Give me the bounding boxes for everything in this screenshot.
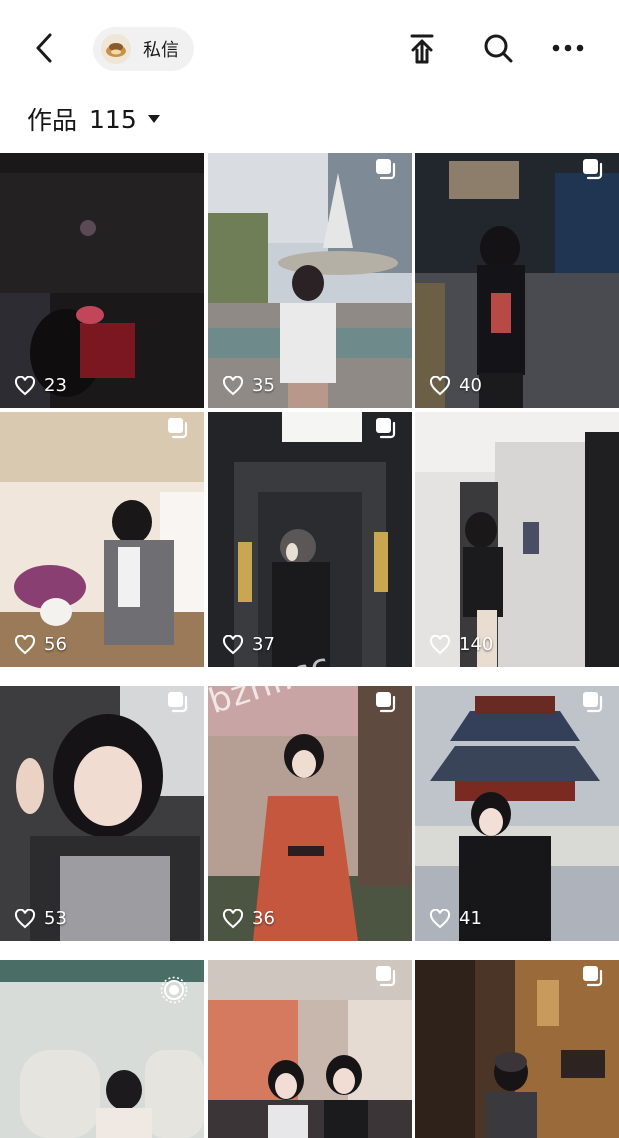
like-count: 35 [222,375,275,396]
like-count: 36 [222,908,275,929]
back-icon [36,33,52,63]
grid-item[interactable]: 23 [0,153,204,408]
grid-item[interactable]: 40 [415,153,619,408]
more-icon [552,44,584,52]
thumbnail-image [208,153,412,408]
thumbnail-image [208,686,412,941]
heart-icon [222,375,244,395]
thumbnail-image [0,412,204,667]
like-count: 40 [429,375,482,396]
thumbnail-image [208,412,412,667]
works-label: 作品 [27,106,78,135]
live-photo-icon [160,976,188,1004]
grid-item[interactable] [0,960,204,1138]
image-set-icon [376,692,396,713]
heart-icon [222,908,244,928]
grid-item[interactable]: 35 [208,153,412,408]
image-set-icon [376,966,396,987]
image-set-icon [583,966,603,987]
grid-item[interactable]: 36 [208,686,412,941]
image-set-icon [583,692,603,713]
thumbnail-image [0,153,204,408]
heart-icon [14,908,36,928]
grid-item[interactable] [415,960,619,1138]
grid-item[interactable] [208,960,412,1138]
caret-down-icon [147,115,160,123]
works-filter[interactable]: 作品 115 [27,102,161,136]
works-count: 115 [89,104,137,134]
like-count: 53 [14,908,67,929]
like-count: 140 [429,634,493,655]
grid-item[interactable]: 37 [208,412,412,667]
like-count: 41 [429,908,482,929]
thumbnail-image [415,686,619,941]
grid-item[interactable]: 56 [0,412,204,667]
share-icon [410,34,434,64]
image-set-icon [583,159,603,180]
share-button[interactable] [404,30,440,66]
grid-item[interactable]: 41 [415,686,619,941]
more-button[interactable] [550,30,586,66]
heart-icon [222,634,244,654]
thumbnail-image [415,412,619,667]
like-count: 23 [14,375,67,396]
heart-icon [14,634,36,654]
heart-icon [14,375,36,395]
like-count: 56 [14,634,67,655]
image-set-icon [168,692,188,713]
thumbnail-image [0,686,204,941]
image-set-icon [376,418,396,439]
grid-item[interactable]: 53 [0,686,204,941]
top-bar: 私信 [0,0,619,96]
thumbnail-image [415,153,619,408]
dm-label: 私信 [143,40,179,61]
like-count: 37 [222,634,275,655]
image-set-icon [168,418,188,439]
grid-item[interactable]: 140 [415,412,619,667]
back-button[interactable] [28,30,64,66]
search-icon [484,34,513,63]
heart-icon [429,634,451,654]
search-button[interactable] [480,30,516,66]
image-set-icon [376,159,396,180]
avatar [101,34,131,64]
dm-button[interactable]: 私信 [93,27,194,71]
heart-icon [429,375,451,395]
heart-icon [429,908,451,928]
